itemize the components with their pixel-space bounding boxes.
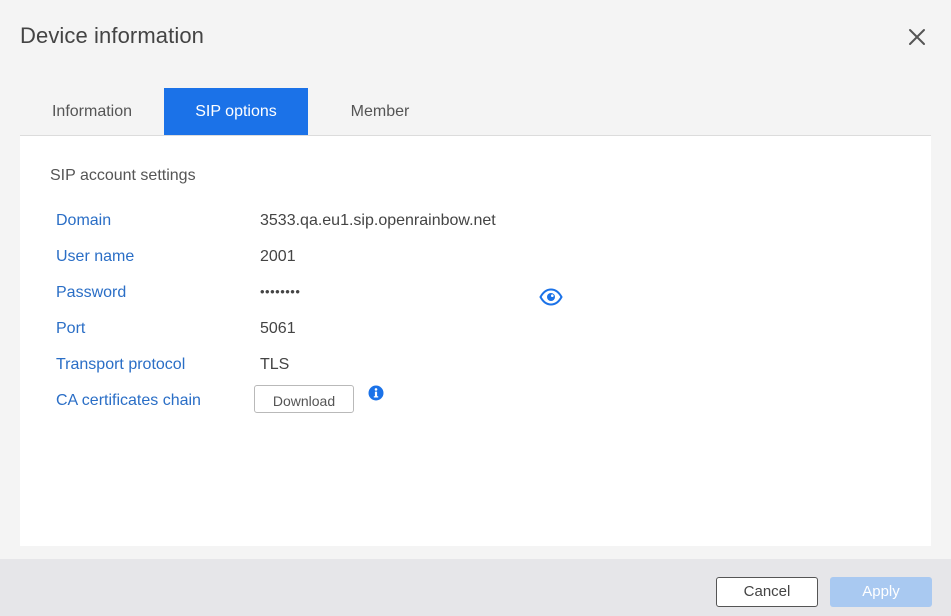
dialog-title: Device information: [20, 23, 204, 48]
dialog-footer: Cancel Apply: [0, 559, 951, 616]
transport-protocol-value: TLS: [260, 356, 290, 373]
download-button[interactable]: Download: [254, 385, 354, 413]
ca-certificates-chain-label: CA certificates chain: [56, 392, 201, 409]
port-label: Port: [56, 320, 86, 337]
tab-sip-options[interactable]: SIP options: [164, 88, 308, 135]
show-password-button[interactable]: [539, 288, 563, 306]
section-title: SIP account settings: [50, 167, 196, 184]
close-icon: [909, 29, 925, 45]
port-value: 5061: [260, 320, 296, 337]
sip-options-panel: SIP account settings Domain 3533.qa.eu1.…: [20, 136, 931, 546]
apply-button[interactable]: Apply: [830, 577, 932, 607]
device-information-dialog: Device information Information SIP optio…: [0, 0, 951, 616]
transport-protocol-label: Transport protocol: [56, 356, 186, 373]
cancel-button[interactable]: Cancel: [716, 577, 818, 607]
eye-icon: [539, 288, 563, 306]
password-label: Password: [56, 284, 127, 301]
password-value: ••••••••: [260, 284, 301, 299]
info-icon: [368, 385, 384, 401]
tab-information[interactable]: Information: [20, 88, 164, 135]
info-button[interactable]: [368, 385, 384, 401]
user-name-value: 2001: [260, 248, 296, 265]
user-name-label: User name: [56, 248, 135, 265]
tab-bar: Information SIP options Member: [20, 88, 931, 136]
domain-label: Domain: [56, 212, 112, 229]
tab-member[interactable]: Member: [308, 88, 452, 135]
domain-value: 3533.qa.eu1.sip.openrainbow.net: [260, 212, 496, 229]
close-button[interactable]: [905, 25, 929, 49]
